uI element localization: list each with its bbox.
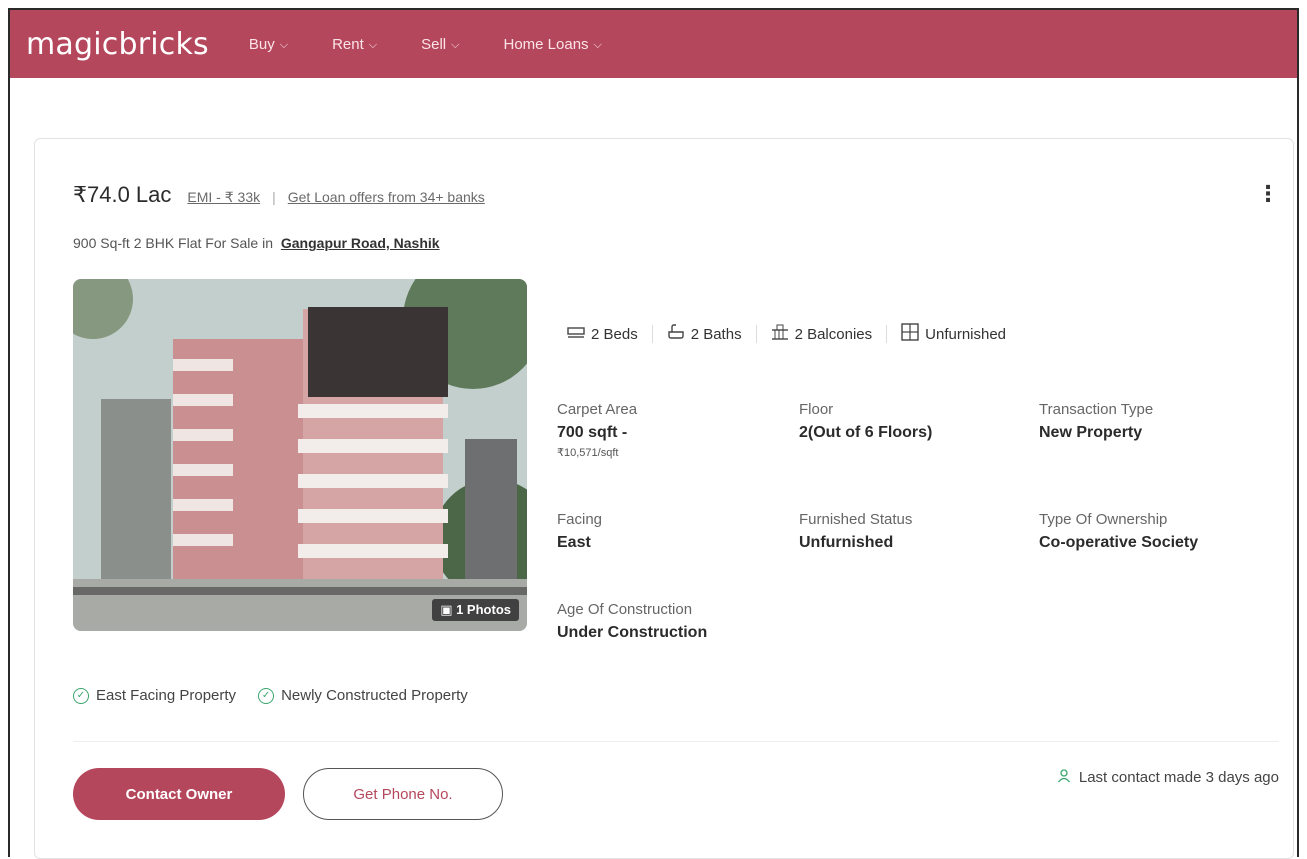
camera-icon: ▣ [440, 602, 457, 617]
balcony-icon [771, 324, 789, 344]
amenity-baths: 2 Baths [667, 324, 742, 344]
facing-label: Facing [557, 511, 603, 528]
more-options-icon[interactable]: ⋮ [1257, 183, 1279, 205]
photo-count-badge[interactable]: ▣ 1 Photos [432, 599, 519, 621]
loan-offers-link[interactable]: Get Loan offers from 34+ banks [288, 189, 485, 205]
nav-rent[interactable]: Rent ⌵ [332, 36, 377, 53]
detail-floor: Floor 2(Out of 6 Floors) [799, 401, 932, 442]
browser-frame: magicbricks Buy ⌵ Rent ⌵ Sell ⌵ Home Loa… [8, 8, 1299, 859]
amenity-divider [755, 325, 757, 343]
amenity-divider [651, 325, 653, 343]
age-value: Under Construction [557, 624, 708, 641]
chevron-down-icon: ⌵ [279, 38, 289, 51]
tag-east-facing-label: East Facing Property [96, 687, 237, 704]
amenity-baths-label: 2 Baths [690, 325, 742, 343]
main-nav: Buy ⌵ Rent ⌵ Sell ⌵ Home Loans ⌵ [249, 36, 646, 53]
property-subtitle: 900 Sq-ft 2 BHK Flat For Sale in Gangapu… [73, 235, 440, 251]
amenity-furnishing-label: Unfurnished [925, 325, 1007, 343]
location-link[interactable]: Gangapur Road, Nashik [281, 235, 440, 251]
person-icon [1057, 769, 1071, 786]
emi-link[interactable]: EMI - ₹ 33k [187, 189, 260, 206]
last-contact-info: Last contact made 3 days ago [1057, 769, 1279, 786]
tag-newly-constructed-label: Newly Constructed Property [281, 687, 468, 704]
get-phone-button[interactable]: Get Phone No. [303, 768, 503, 820]
contact-owner-button[interactable]: Contact Owner [73, 768, 285, 820]
nav-rent-label: Rent [332, 35, 364, 53]
nav-buy-label: Buy [248, 35, 275, 53]
nav-buy[interactable]: Buy ⌵ [249, 36, 288, 53]
property-card: ₹74.0 Lac EMI - ₹ 33k | Get Loan offers … [34, 138, 1294, 859]
bath-icon [667, 324, 685, 344]
chevron-down-icon: ⌵ [593, 38, 602, 51]
ownership-value: Co-operative Society [1039, 534, 1199, 551]
transaction-type-value: New Property [1039, 424, 1143, 441]
chevron-down-icon: ⌵ [451, 38, 460, 51]
amenity-beds-label: 2 Beds [591, 325, 638, 343]
check-circle-icon: ✓ [73, 687, 89, 704]
carpet-area-value: 700 sqft - [557, 424, 628, 441]
detail-facing: Facing East [557, 511, 602, 552]
magicbricks-logo[interactable]: magicbricks [26, 27, 209, 62]
detail-age-of-construction: Age Of Construction Under Construction [557, 601, 707, 642]
detail-furnished-status: Furnished Status Unfurnished [799, 511, 912, 552]
furniture-icon [901, 323, 919, 345]
property-tags: ✓ East Facing Property ✓ Newly Construct… [73, 687, 490, 704]
detail-carpet-area: Carpet Area 700 sqft - ₹10,571/sqft [557, 401, 637, 459]
tag-east-facing: ✓ East Facing Property [73, 687, 236, 704]
photo-count-text: 1 Photos [456, 602, 511, 617]
nav-sell[interactable]: Sell ⌵ [421, 36, 459, 53]
furnished-status-value: Unfurnished [799, 534, 894, 551]
nav-home-loans-label: Home Loans [503, 35, 589, 53]
age-label: Age Of Construction [557, 601, 693, 618]
amenity-balconies: 2 Balconies [771, 324, 873, 344]
carpet-area-label: Carpet Area [557, 401, 638, 418]
check-circle-icon: ✓ [258, 687, 275, 704]
separator: | [272, 189, 276, 205]
subtitle-text: 900 Sq-ft 2 BHK Flat For Sale in [73, 235, 273, 251]
top-nav-bar: magicbricks Buy ⌵ Rent ⌵ Sell ⌵ Home Loa… [10, 10, 1297, 78]
ownership-label: Type Of Ownership [1039, 511, 1168, 528]
amenity-beds: 2 Beds [567, 325, 638, 343]
amenity-balconies-label: 2 Balconies [794, 325, 873, 343]
floor-value: 2(Out of 6 Floors) [799, 424, 933, 441]
facing-value: East [557, 534, 591, 551]
transaction-type-label: Transaction Type [1039, 401, 1154, 418]
tag-newly-constructed: ✓ Newly Constructed Property [258, 687, 468, 704]
nav-sell-label: Sell [421, 35, 447, 53]
property-photo[interactable]: ▣ 1 Photos [73, 279, 527, 631]
property-price: ₹74.0 Lac [73, 182, 172, 207]
building-image [73, 279, 527, 631]
amenity-divider [886, 325, 888, 343]
chevron-down-icon: ⌵ [368, 38, 378, 51]
last-contact-text: Last contact made 3 days ago [1078, 769, 1279, 786]
amenity-furnishing: Unfurnished [901, 323, 1006, 345]
nav-home-loans[interactable]: Home Loans ⌵ [503, 36, 601, 53]
detail-ownership: Type Of Ownership Co-operative Society [1039, 511, 1198, 552]
amenities-row: 2 Beds 2 Baths 2 Balconies Unfurnished [567, 323, 1006, 345]
floor-label: Floor [799, 401, 834, 418]
price-row: ₹74.0 Lac EMI - ₹ 33k | Get Loan offers … [73, 182, 485, 208]
detail-transaction-type: Transaction Type New Property [1039, 401, 1153, 442]
bed-icon [567, 325, 585, 343]
price-per-sqft: ₹10,571/sqft [557, 447, 619, 459]
furnished-status-label: Furnished Status [799, 511, 913, 528]
card-divider [73, 741, 1279, 742]
